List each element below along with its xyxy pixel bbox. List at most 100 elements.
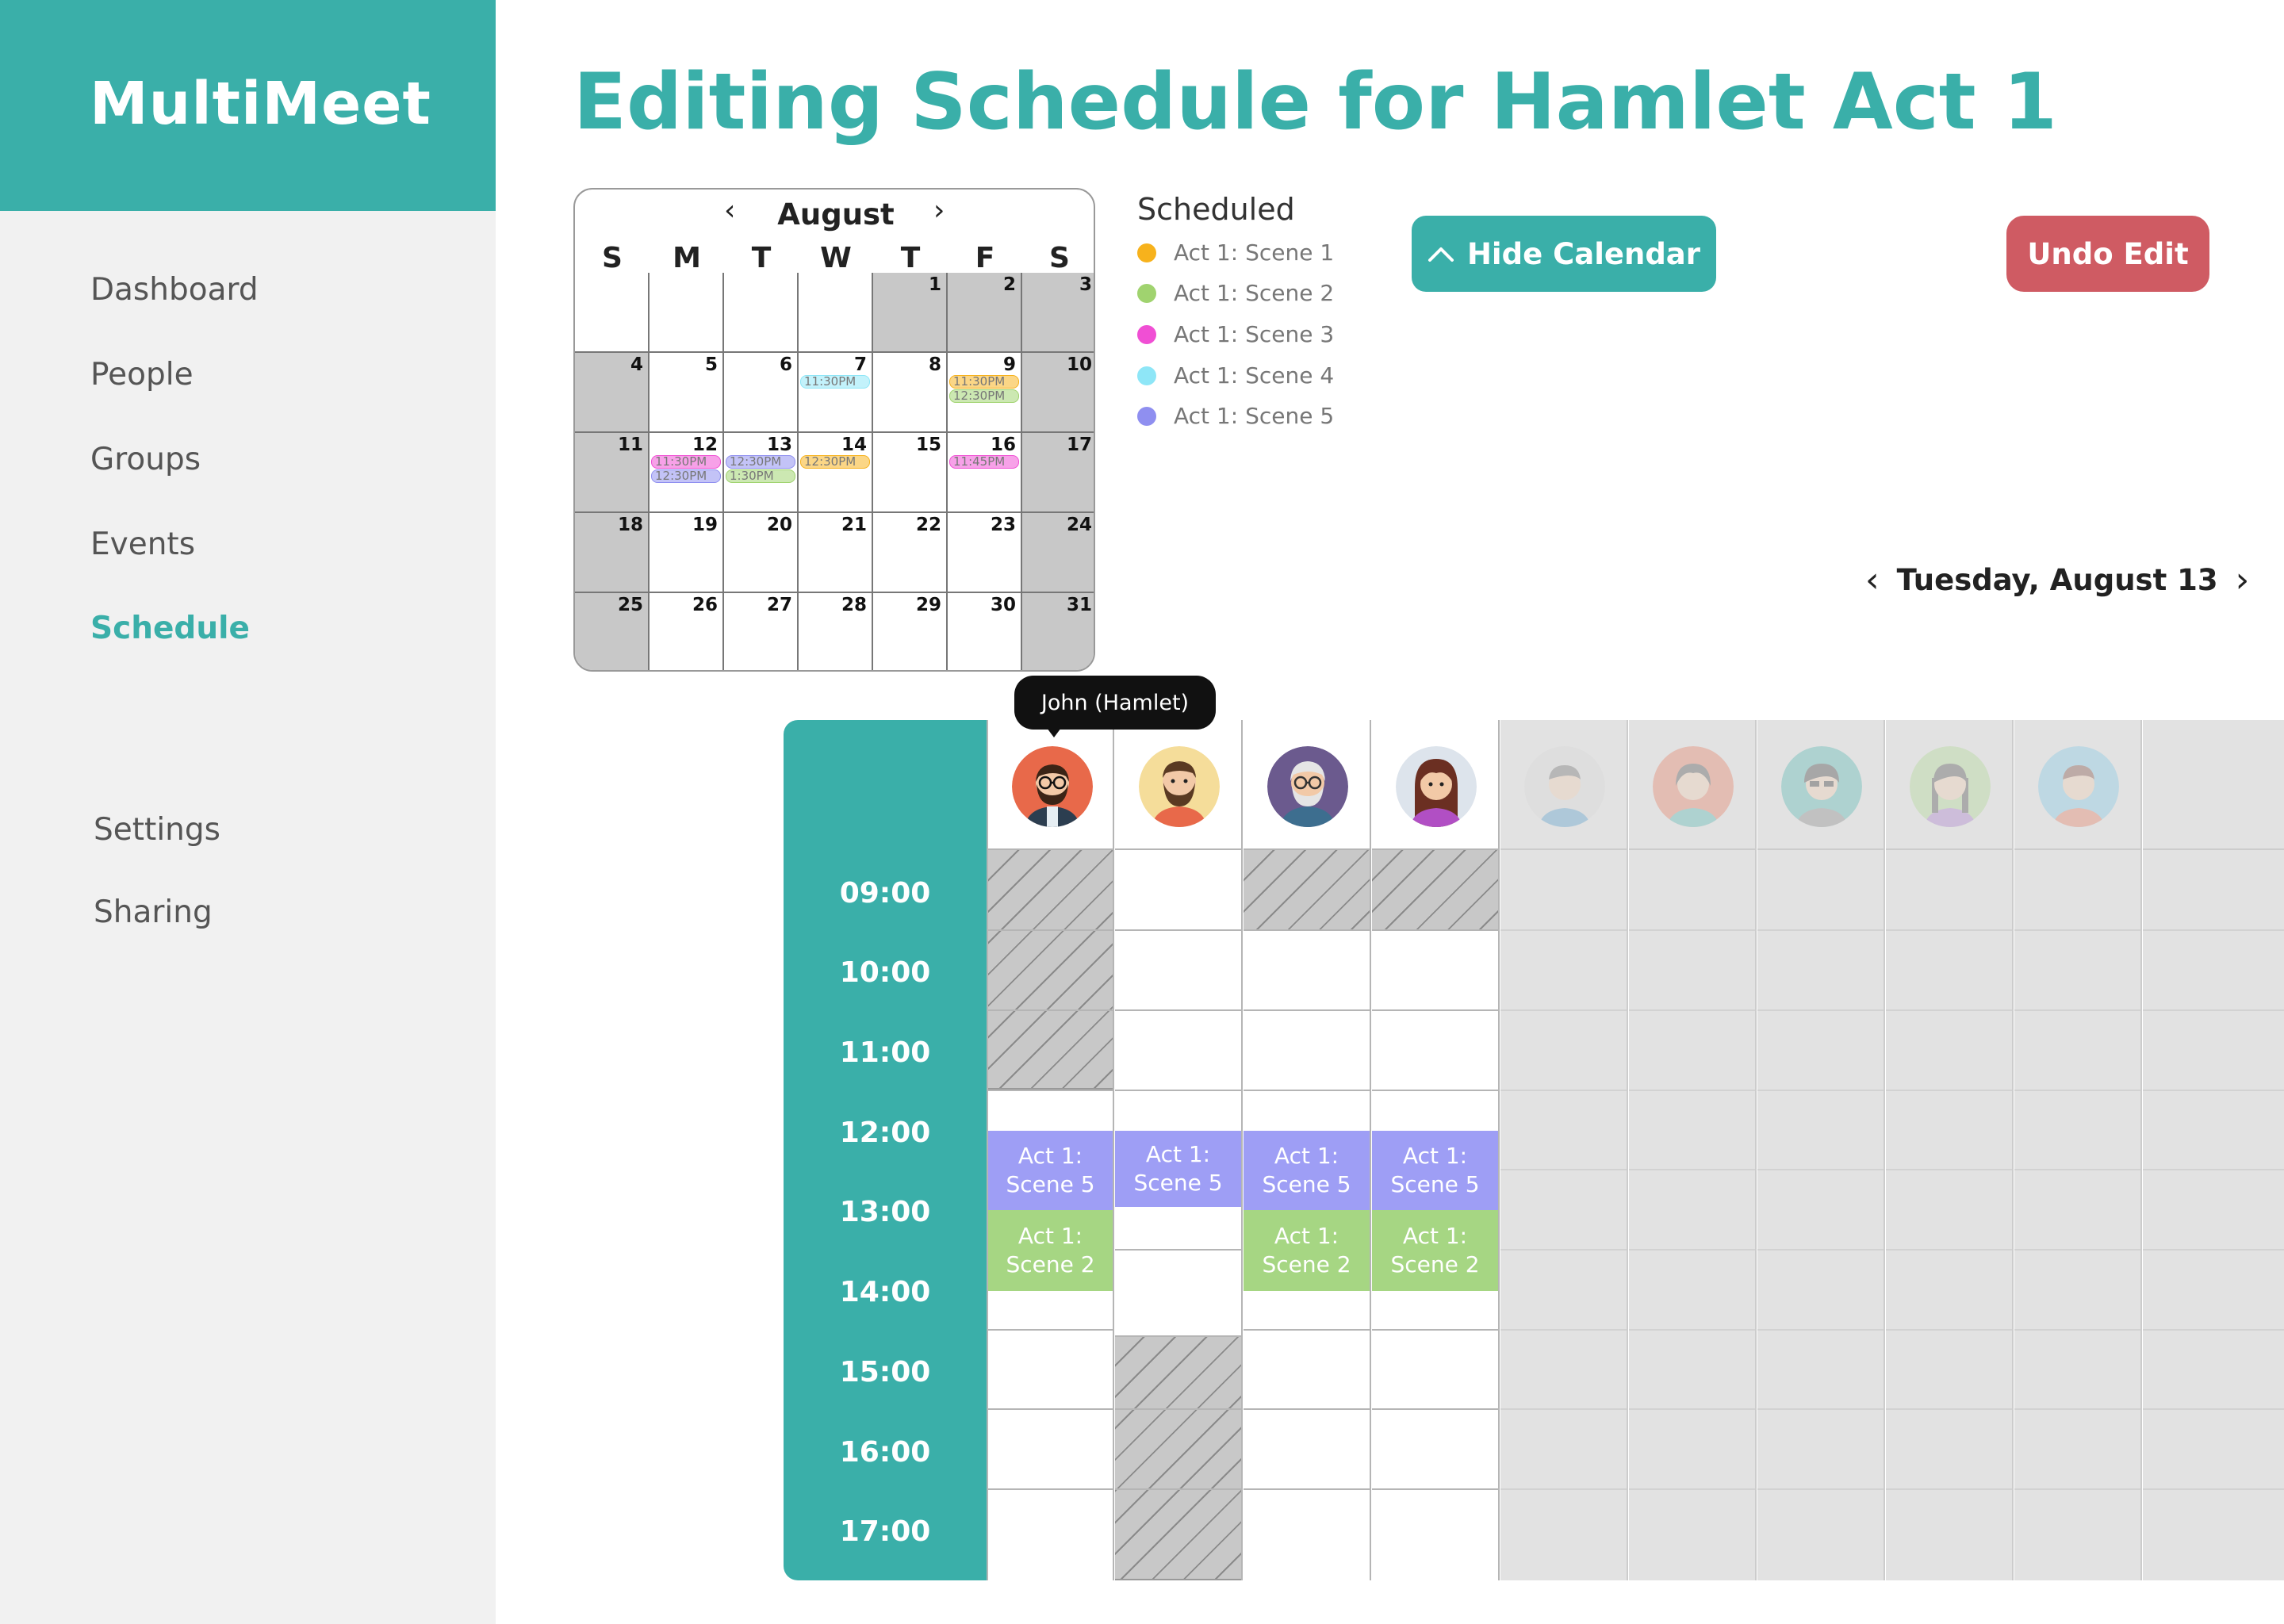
- calendar-day-cell[interactable]: [575, 273, 650, 353]
- app-window: MultiMeet Dashboard People Groups Events…: [0, 0, 2284, 1624]
- sidebar-item-sharing[interactable]: Sharing: [94, 894, 213, 930]
- hour-line: [2143, 1488, 2284, 1490]
- legend-item: Act 1: Scene 5: [1137, 403, 1334, 429]
- calendar-day-cell[interactable]: 15: [873, 433, 948, 513]
- calendar-day-cell[interactable]: 30: [948, 593, 1022, 670]
- hour-line: [1629, 929, 1755, 931]
- person-header[interactable]: [988, 720, 1113, 850]
- calendar-day-cell[interactable]: 3: [1022, 273, 1094, 353]
- event-block[interactable]: Act 1: Scene 5: [1244, 1131, 1370, 1210]
- chevron-right-icon[interactable]: ›: [2236, 560, 2250, 600]
- event-block[interactable]: Act 1: Scene 2: [988, 1210, 1113, 1291]
- calendar-day-cell[interactable]: 25: [575, 593, 650, 670]
- person-column[interactable]: Act 1: Scene 5 Act 1: Scene 2: [1244, 720, 1371, 1580]
- event-block[interactable]: Act 1: Scene 5: [1372, 1131, 1498, 1210]
- event-block[interactable]: Act 1: Scene 2: [1372, 1210, 1498, 1291]
- legend-item: Act 1: Scene 3: [1137, 321, 1334, 347]
- schedule-grid: 09:00 10:00 11:00 12:00 13:00 14:00 15:0…: [784, 720, 2284, 1580]
- event-block[interactable]: Act 1: Scene 5: [988, 1131, 1113, 1210]
- calendar-event-pill[interactable]: 12:30PM: [726, 455, 795, 469]
- calendar-event-pill[interactable]: 11:30PM: [800, 375, 870, 389]
- calendar-day-cell[interactable]: 11: [575, 433, 650, 513]
- calendar-day-cell[interactable]: 29: [873, 593, 948, 670]
- calendar-day-cell[interactable]: 28: [799, 593, 873, 670]
- calendar-event-pill[interactable]: 11:30PM: [651, 455, 721, 469]
- hide-calendar-button[interactable]: Hide Calendar: [1412, 216, 1716, 292]
- calendar-day-cell[interactable]: 14 12:30PM: [799, 433, 873, 513]
- sidebar-item-dashboard[interactable]: Dashboard: [90, 272, 259, 308]
- event-block[interactable]: Act 1: Scene 5: [1115, 1131, 1241, 1207]
- person-avatar[interactable]: [1653, 746, 1734, 827]
- hour-line: [1244, 1090, 1370, 1091]
- man-beard-avatar[interactable]: [1139, 746, 1220, 827]
- person-column[interactable]: Act 1: Scene 5: [1115, 720, 1243, 1580]
- hour-line: [1629, 1488, 1755, 1490]
- man-glasses-beard-avatar[interactable]: [1012, 746, 1093, 827]
- old-man-glasses-avatar[interactable]: [1267, 746, 1348, 827]
- legend-title: Scheduled: [1137, 192, 1295, 227]
- man-avatar[interactable]: [2038, 746, 2119, 827]
- woman-brown-hair-avatar[interactable]: [1396, 746, 1477, 827]
- event-block[interactable]: Act 1: Scene 2: [1244, 1210, 1370, 1291]
- hour-line: [988, 1329, 1113, 1331]
- woman-braids-avatar[interactable]: [1910, 746, 1991, 827]
- calendar-event-pill[interactable]: 12:30PM: [800, 455, 870, 469]
- person-column[interactable]: Act 1: Scene 5 Act 1: Scene 2: [987, 720, 1114, 1580]
- calendar-event-pill[interactable]: 12:30PM: [651, 469, 721, 483]
- calendar-event-pill[interactable]: 11:45PM: [949, 455, 1019, 469]
- calendar-day-cell[interactable]: 17: [1022, 433, 1094, 513]
- app-logo[interactable]: MultiMeet: [90, 70, 431, 138]
- sidebar-item-events[interactable]: Events: [90, 527, 195, 562]
- calendar-day-cell[interactable]: 27: [724, 593, 799, 670]
- calendar-day-cell[interactable]: 24: [1022, 513, 1094, 593]
- hour-line: [1244, 1009, 1370, 1011]
- calendar-day-cell[interactable]: 4: [575, 353, 650, 433]
- calendar-event-pill[interactable]: 11:30PM: [949, 375, 1019, 389]
- undo-edit-button[interactable]: Undo Edit: [2006, 216, 2209, 292]
- calendar-day-cell[interactable]: 9 11:30PM 12:30PM: [948, 353, 1022, 433]
- chevron-right-icon[interactable]: ›: [933, 194, 945, 227]
- calendar-event-pill[interactable]: 12:30PM: [949, 389, 1019, 403]
- calendar-day-cell[interactable]: 16 11:45PM: [948, 433, 1022, 513]
- calendar-day-cell[interactable]: 26: [650, 593, 724, 670]
- calendar-day-cell[interactable]: 2: [948, 273, 1022, 353]
- calendar-day-cell[interactable]: 21: [799, 513, 873, 593]
- person-sunglasses-avatar[interactable]: [1781, 746, 1862, 827]
- person-column-inactive: [1629, 720, 1757, 1580]
- person-avatar[interactable]: [1524, 746, 1605, 827]
- calendar-day-cell[interactable]: 8: [873, 353, 948, 433]
- calendar-day-cell[interactable]: 19: [650, 513, 724, 593]
- calendar-day-cell[interactable]: 1: [873, 273, 948, 353]
- person-header[interactable]: [1244, 720, 1370, 850]
- time-label: 16:00: [839, 1436, 931, 1469]
- calendar-day-cell[interactable]: [724, 273, 799, 353]
- calendar-day-cell[interactable]: 7 11:30PM: [799, 353, 873, 433]
- person-header[interactable]: [1372, 720, 1498, 850]
- calendar-day-cell[interactable]: [799, 273, 873, 353]
- hour-line: [1115, 1249, 1241, 1251]
- calendar-day-cell[interactable]: 31: [1022, 593, 1094, 670]
- calendar-day-cell[interactable]: 6: [724, 353, 799, 433]
- hour-line: [1886, 1488, 2012, 1490]
- person-header[interactable]: [1115, 720, 1241, 850]
- calendar-day-cell[interactable]: 20: [724, 513, 799, 593]
- sidebar-item-groups[interactable]: Groups: [90, 442, 201, 477]
- person-header: [2143, 720, 2284, 850]
- sidebar-item-settings[interactable]: Settings: [94, 812, 220, 848]
- calendar-day-number: 30: [990, 595, 1016, 615]
- calendar-event-pill[interactable]: 1:30PM: [726, 469, 795, 483]
- calendar-day-cell[interactable]: 22: [873, 513, 948, 593]
- calendar-day-number: 31: [1066, 595, 1092, 615]
- person-column[interactable]: Act 1: Scene 5 Act 1: Scene 2: [1372, 720, 1500, 1580]
- calendar-day-cell[interactable]: 12 11:30PM 12:30PM: [650, 433, 724, 513]
- calendar-day-cell[interactable]: 5: [650, 353, 724, 433]
- calendar-day-cell[interactable]: 18: [575, 513, 650, 593]
- chevron-left-icon[interactable]: ‹: [1865, 560, 1880, 600]
- calendar-day-cell[interactable]: 23: [948, 513, 1022, 593]
- sidebar-item-schedule[interactable]: Schedule: [90, 611, 250, 646]
- calendar-day-cell[interactable]: [650, 273, 724, 353]
- calendar-day-cell[interactable]: 13 12:30PM 1:30PM: [724, 433, 799, 513]
- calendar-day-cell[interactable]: 10: [1022, 353, 1094, 433]
- sidebar-item-people[interactable]: People: [90, 357, 194, 393]
- weekday-label: T: [751, 242, 772, 274]
